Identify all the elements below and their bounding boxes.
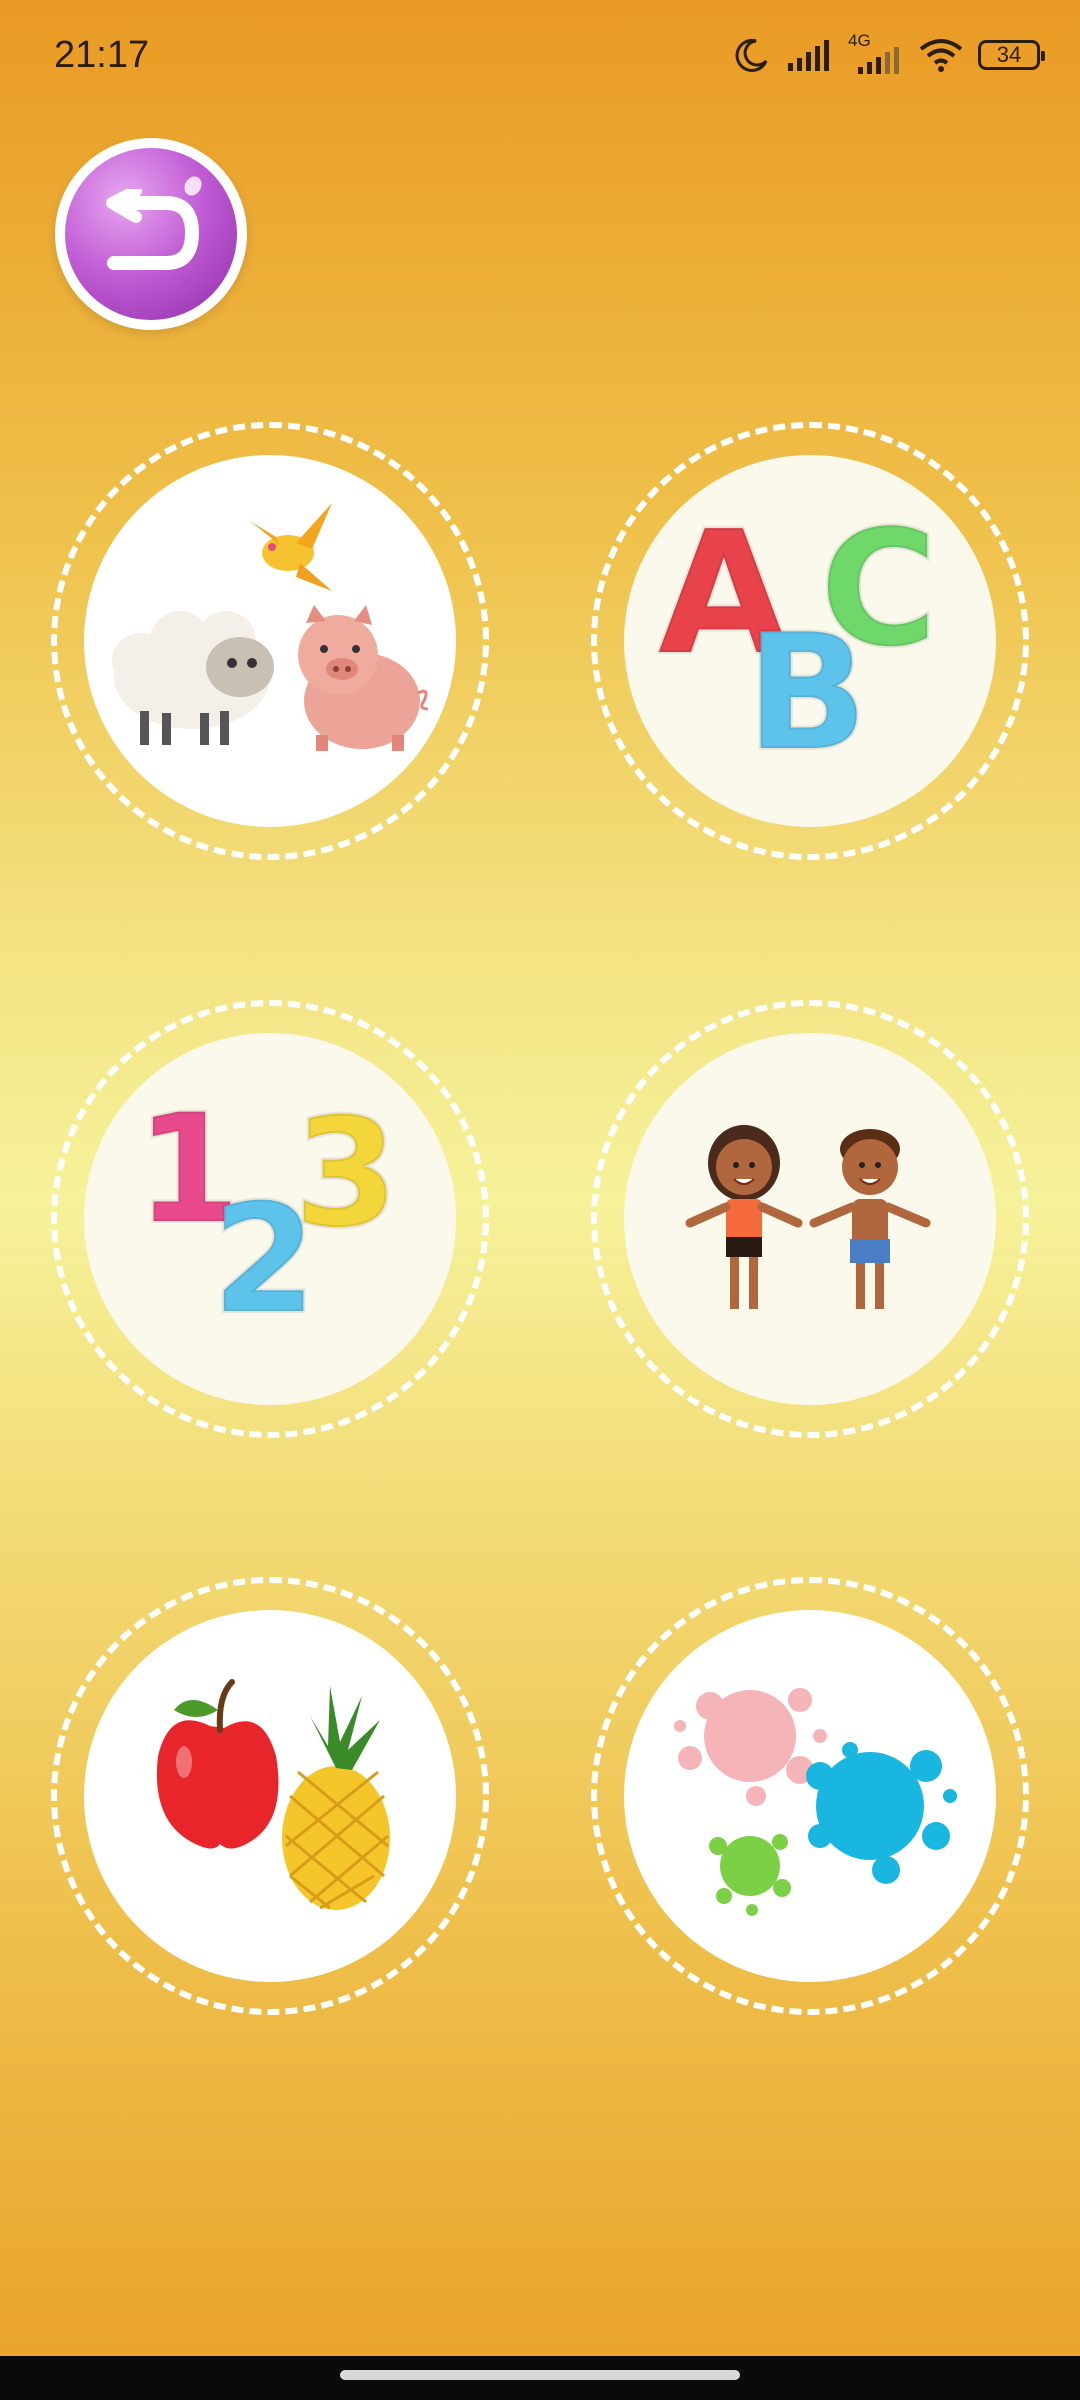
status-time: 21:17: [54, 34, 150, 76]
animals-icon: [112, 503, 429, 751]
category-colors-image: [624, 1610, 996, 1982]
back-button-face: [65, 148, 237, 320]
kids-icon: [685, 1125, 931, 1309]
fruits-icon: [156, 1679, 390, 1910]
status-icons: 4G 34: [732, 30, 1045, 80]
category-fruits[interactable]: [51, 1577, 489, 2015]
category-colors[interactable]: [591, 1577, 1029, 2015]
battery-level: 34: [996, 42, 1022, 67]
back-arrow-icon: [106, 189, 200, 270]
back-button[interactable]: [55, 138, 247, 330]
digit-3: 3: [292, 1085, 400, 1263]
category-fruits-image: [84, 1610, 456, 1982]
category-animals[interactable]: [51, 422, 489, 860]
system-nav-bar: [0, 2356, 1080, 2400]
moon-icon: [735, 38, 768, 72]
letter-c: C: [818, 493, 939, 684]
category-numbers[interactable]: 1 2 3: [51, 1000, 489, 1438]
category-abc-image: A B C: [624, 455, 996, 827]
paint-splash-icon: [674, 1688, 957, 1916]
signal-4g-icon: 4G: [848, 31, 904, 75]
category-body-image: [624, 1033, 996, 1405]
category-animals-image: [84, 455, 456, 827]
category-abc[interactable]: A B C: [591, 422, 1029, 860]
home-gesture-pill[interactable]: [340, 2370, 740, 2380]
status-bar: 21:17 4G 34: [0, 0, 1080, 110]
wifi-icon: [919, 39, 963, 72]
signal-icon: [788, 40, 829, 71]
category-numbers-image: 1 2 3: [84, 1033, 456, 1405]
battery-icon: 34: [978, 40, 1045, 70]
category-body[interactable]: [591, 1000, 1029, 1438]
